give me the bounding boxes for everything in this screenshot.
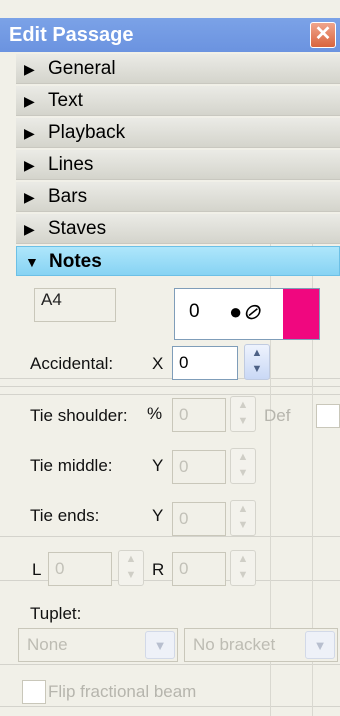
section-text[interactable]: ▶ Text — [16, 86, 340, 116]
window-title: Edit Passage — [9, 24, 134, 46]
triangle-right-icon: ▶ — [24, 93, 35, 109]
accidental-spinner[interactable]: ▲ ▼ — [244, 344, 270, 380]
r-label: R — [152, 560, 165, 579]
section-lines[interactable]: ▶ Lines — [16, 150, 340, 180]
staff-line — [0, 386, 340, 387]
tie-ends-spinner[interactable]: ▲ ▼ — [230, 500, 256, 536]
section-general[interactable]: ▶ General — [16, 54, 340, 84]
triangle-right-icon: ▶ — [24, 125, 35, 141]
triangle-right-icon: ▶ — [24, 189, 35, 205]
section-label: Staves — [48, 218, 107, 239]
edit-passage-panel: Edit Passage ✕ ▶ General ▶ Text ▶ Playback … — [0, 0, 340, 716]
r-spinner[interactable]: ▲ ▼ — [230, 550, 256, 586]
l-label: L — [32, 560, 42, 579]
section-staves[interactable]: ▶ Staves — [16, 214, 340, 244]
note-color-swatch[interactable] — [283, 289, 319, 339]
pitch-display: A4 — [34, 288, 116, 322]
tie-middle-spinner[interactable]: ▲ ▼ — [230, 448, 256, 484]
notehead-icon: ●⊘ — [229, 299, 261, 324]
section-label: Lines — [48, 154, 94, 175]
triangle-right-icon: ▶ — [24, 157, 35, 173]
l-input[interactable]: 0 — [48, 552, 112, 586]
tuplet-label: Tuplet: — [30, 604, 82, 623]
bracket-value: No bracket — [193, 635, 276, 654]
flip-fractional-beam-label: Flip fractional beam — [48, 682, 197, 701]
section-bars[interactable]: ▶ Bars — [16, 182, 340, 212]
l-spinner[interactable]: ▲ ▼ — [118, 550, 144, 586]
triangle-right-icon: ▶ — [24, 61, 35, 77]
tie-middle-input[interactable]: 0 — [172, 450, 226, 484]
close-icon[interactable]: ✕ — [310, 22, 336, 48]
title-bar: Edit Passage ✕ — [0, 18, 340, 52]
tie-shoulder-default-checkbox[interactable] — [316, 404, 340, 428]
r-input[interactable]: 0 — [172, 552, 226, 586]
section-label: Text — [48, 90, 83, 111]
accidental-axis-label: X — [152, 354, 164, 373]
chevron-down-icon[interactable]: ▼ — [145, 631, 175, 659]
tie-shoulder-input[interactable]: 0 — [172, 398, 226, 432]
accidental-label: Accidental: — [30, 354, 114, 373]
triangle-down-icon: ▼ — [25, 254, 39, 270]
section-label: Playback — [48, 122, 126, 143]
section-label: General — [48, 58, 116, 79]
section-label: Bars — [48, 186, 88, 207]
tie-ends-label: Tie ends: — [30, 506, 100, 525]
staff-line — [0, 706, 340, 707]
triangle-right-icon: ▶ — [24, 221, 35, 237]
notehead-value: 0 — [189, 301, 200, 322]
notehead-selector[interactable]: 0 ●⊘ — [174, 288, 320, 340]
tie-middle-axis-label: Y — [152, 456, 164, 475]
tie-shoulder-unit: % — [147, 404, 163, 423]
accidental-x-input[interactable]: 0 — [172, 346, 238, 380]
tie-ends-axis-label: Y — [152, 506, 164, 525]
tie-shoulder-label: Tie shoulder: — [30, 406, 128, 425]
staff-line — [0, 664, 340, 665]
staff-line — [0, 378, 340, 379]
staff-line — [0, 394, 340, 395]
staff-line — [0, 536, 340, 537]
section-notes[interactable]: ▼ Notes — [16, 246, 340, 276]
section-playback[interactable]: ▶ Playback — [16, 118, 340, 148]
tuplet-select[interactable]: None ▼ — [18, 628, 178, 662]
tuplet-value: None — [27, 635, 68, 654]
tie-ends-input[interactable]: 0 — [172, 502, 226, 536]
bracket-select[interactable]: No bracket ▼ — [184, 628, 338, 662]
section-label: Notes — [49, 251, 102, 272]
tie-shoulder-default-label: Def — [264, 406, 291, 425]
tie-middle-label: Tie middle: — [30, 456, 113, 475]
tie-shoulder-spinner[interactable]: ▲ ▼ — [230, 396, 256, 432]
chevron-down-icon[interactable]: ▼ — [305, 631, 335, 659]
flip-fractional-beam-checkbox[interactable] — [22, 680, 46, 704]
